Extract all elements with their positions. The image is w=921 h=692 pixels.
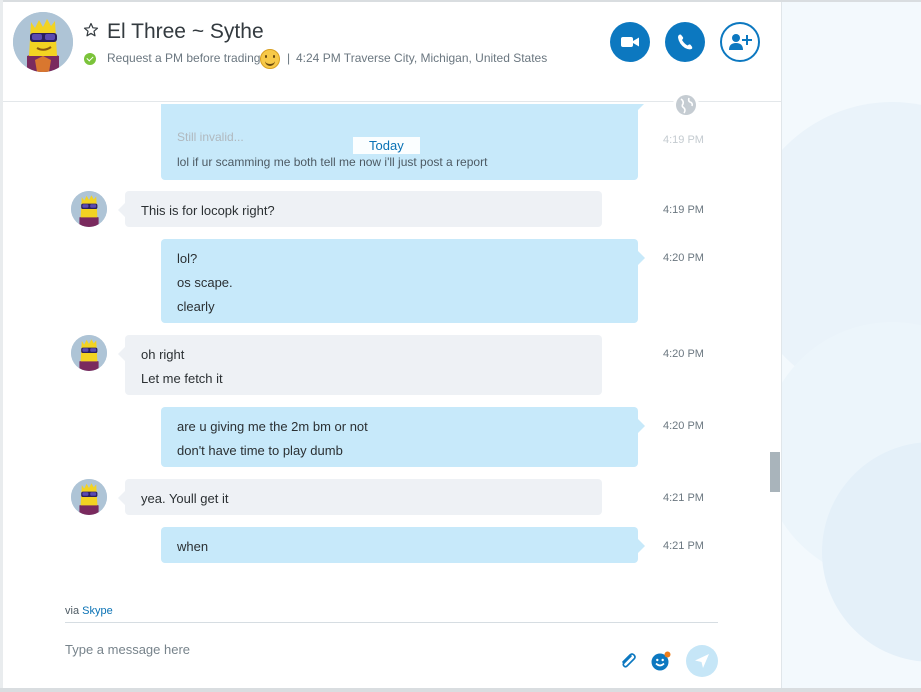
- message-bubble-outgoing[interactable]: lol? os scape. clearly: [161, 239, 645, 323]
- message-text: Let me fetch it: [141, 371, 223, 386]
- conversation-pane: El Three ~ Sythe Request a PM before tra…: [3, 2, 781, 688]
- header-divider: [3, 101, 781, 102]
- message-bubble-outgoing[interactable]: when: [161, 527, 645, 563]
- mood-message: Request a PM before trading: [107, 51, 261, 65]
- message-text: yea. Youll get it: [141, 491, 229, 506]
- contact-name: El Three ~ Sythe: [107, 20, 264, 43]
- paperclip-icon: [622, 653, 636, 668]
- scrolled-message-line: lol if ur scamming me both tell me now i…: [177, 155, 488, 169]
- emoji-icon: [651, 651, 671, 671]
- message-text: lol?: [177, 251, 198, 266]
- favorite-star-icon[interactable]: [83, 22, 99, 38]
- video-icon: [621, 37, 639, 47]
- phone-icon: [678, 34, 693, 50]
- message-text: This is for locopk right?: [141, 203, 275, 218]
- message-bubble-outgoing[interactable]: are u giving me the 2m bm or not don't h…: [161, 407, 645, 467]
- message-bubble-incoming[interactable]: yea. Youll get it: [118, 479, 602, 515]
- message-timestamp: 4:19 PM: [663, 134, 704, 146]
- message-timestamp: 4:20 PM: [663, 348, 704, 360]
- message-text: oh right: [141, 347, 185, 362]
- message-list[interactable]: Still invalid... lol if ur scamming me b…: [3, 104, 769, 594]
- smile-emoticon-icon: [260, 49, 280, 69]
- message-text: don't have time to play dumb: [177, 443, 343, 458]
- message-text: when: [177, 539, 209, 554]
- message-timestamp: 4:19 PM: [663, 204, 704, 216]
- message-timestamp: 4:21 PM: [663, 492, 704, 504]
- emoji-picker-button[interactable]: [650, 650, 672, 672]
- send-icon: [695, 654, 709, 668]
- date-divider: Today: [353, 137, 420, 154]
- message-bubble-incoming[interactable]: oh right Let me fetch it: [118, 335, 602, 395]
- presence-online-icon: [84, 53, 96, 65]
- right-background-panel: [781, 2, 921, 688]
- contact-avatar[interactable]: [13, 12, 73, 72]
- message-text: are u giving me the 2m bm or not: [177, 419, 368, 434]
- send-button[interactable]: [686, 645, 718, 677]
- voice-call-button[interactable]: [665, 22, 705, 62]
- add-contact-icon: [729, 34, 752, 50]
- scrolled-message-line: Still invalid...: [177, 130, 244, 144]
- scrollbar-thumb[interactable]: [770, 452, 780, 492]
- message-input[interactable]: Type a message here: [65, 642, 190, 657]
- message-timestamp: 4:21 PM: [663, 540, 704, 552]
- compose-divider: [65, 622, 718, 623]
- skype-link[interactable]: Skype: [82, 605, 113, 617]
- contact-avatar-small[interactable]: [71, 479, 107, 515]
- message-text: os scape.: [177, 275, 233, 290]
- contact-avatar-small[interactable]: [71, 191, 107, 227]
- via-skype-label: via Skype: [65, 605, 113, 617]
- conversation-header: El Three ~ Sythe Request a PM before tra…: [3, 2, 781, 102]
- header-separator: |: [287, 51, 291, 65]
- contact-avatar-small[interactable]: [71, 335, 107, 371]
- message-timestamp: 4:20 PM: [663, 420, 704, 432]
- attach-file-button[interactable]: [617, 650, 639, 672]
- local-time-location: 4:24 PM Traverse City, Michigan, United …: [296, 51, 548, 65]
- via-prefix: via: [65, 605, 80, 617]
- message-bubble-incoming[interactable]: This is for locopk right?: [118, 191, 602, 227]
- add-people-button[interactable]: [720, 22, 760, 62]
- message-timestamp: 4:20 PM: [663, 252, 704, 264]
- video-call-button[interactable]: [610, 22, 650, 62]
- message-text: clearly: [177, 299, 215, 314]
